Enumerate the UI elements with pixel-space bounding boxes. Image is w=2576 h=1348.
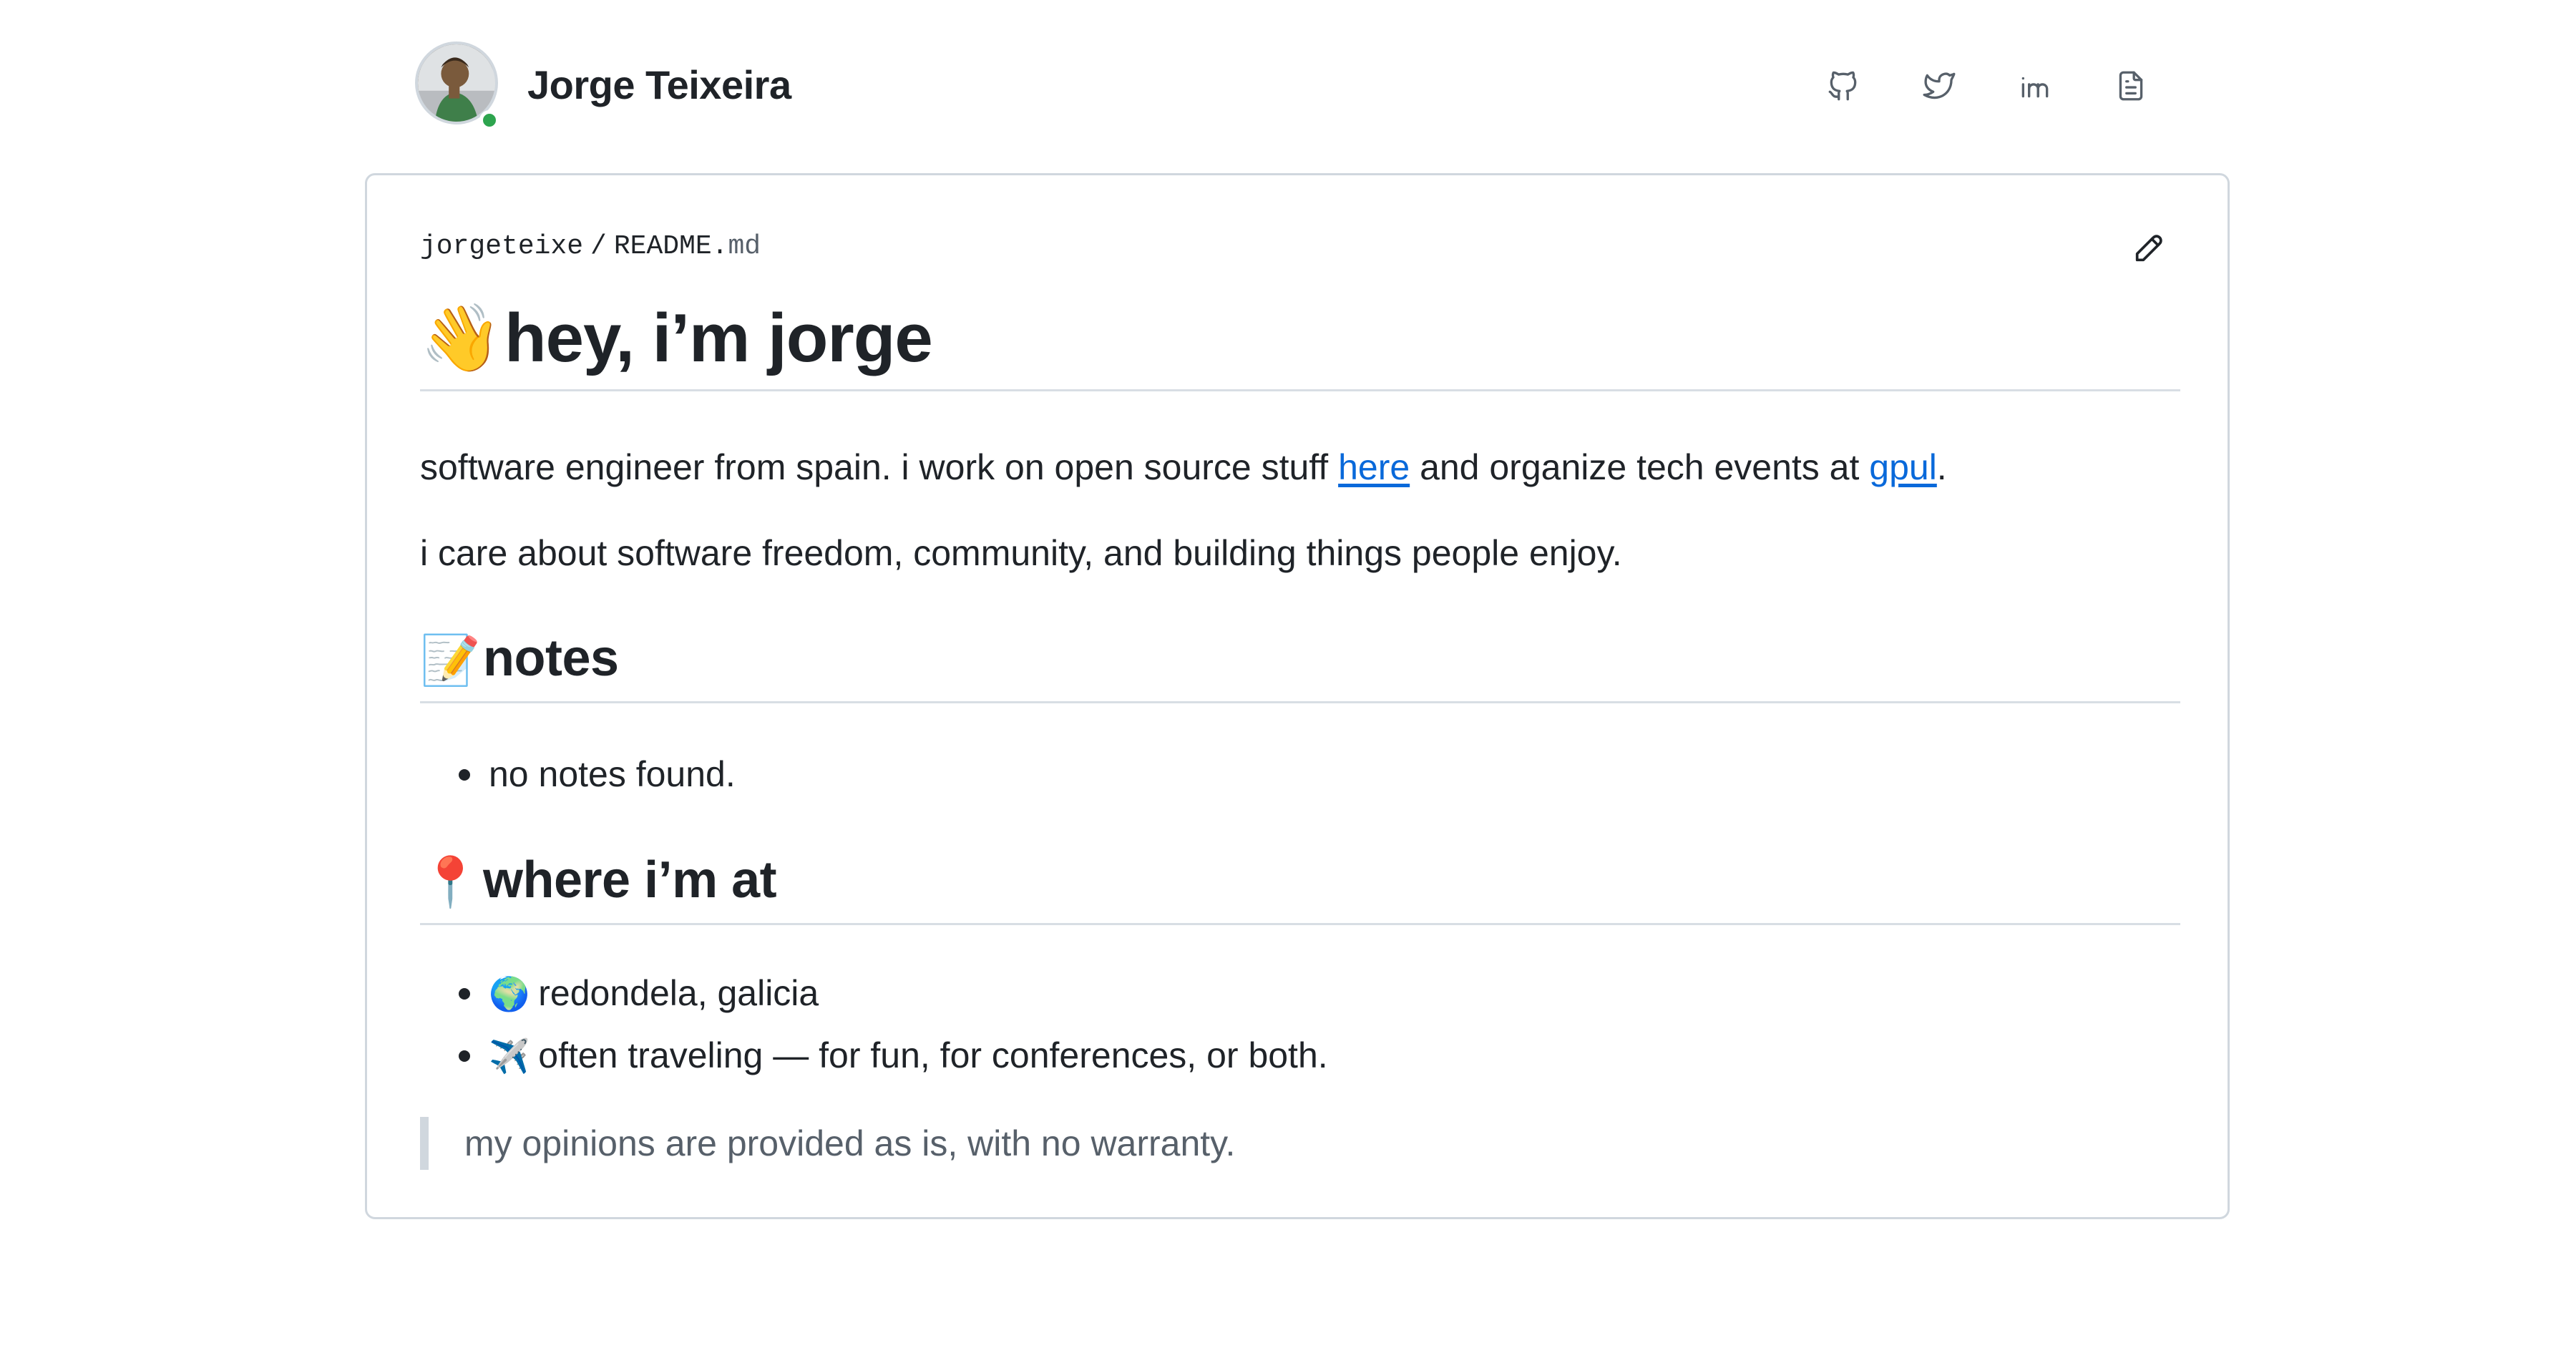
airplane-icon: ✈️ (489, 1037, 530, 1075)
note-text: no notes found. (489, 754, 736, 794)
disclaimer-blockquote: my opinions are provided as is, with no … (420, 1117, 1235, 1170)
intro-text-1: software engineer from spain. i work on … (420, 447, 1339, 487)
linkedin-link[interactable] (2012, 63, 2058, 109)
location-list: 🌍 redondela, galicia ✈️ often traveling — … (420, 962, 1328, 1087)
resume-link[interactable] (2108, 63, 2154, 109)
memo-icon: 📝 (420, 633, 481, 688)
github-link[interactable] (1820, 63, 1866, 109)
profile-name[interactable]: Jorge Teixeira (527, 62, 791, 108)
breadcrumb-owner[interactable]: jorgeteixe (420, 231, 583, 262)
pin-icon: 📍 (420, 855, 481, 909)
list-item: 🌍 redondela, galicia (420, 962, 1328, 1025)
edit-button[interactable] (2124, 223, 2175, 273)
notes-list: no notes found. (420, 743, 736, 805)
gpul-link[interactable]: gpul (1869, 447, 1937, 487)
intro-text-2: and organize tech events at (1410, 447, 1870, 487)
breadcrumb-file-ext[interactable]: md (728, 231, 761, 262)
intro-text-3: . (1936, 447, 1947, 487)
intro-paragraph: software engineer from spain. i work on … (420, 444, 1947, 490)
linkedin-icon (2021, 77, 2049, 98)
github-icon (1828, 71, 1857, 101)
readme-title-text: hey, i’m jorge (504, 300, 933, 376)
online-status-indicator (479, 110, 499, 130)
list-item: no notes found. (420, 743, 736, 805)
breadcrumb-file-base[interactable]: README. (614, 231, 728, 262)
twitter-icon (1923, 72, 1956, 99)
breadcrumb-separator: / (590, 231, 607, 262)
bullet-icon (459, 988, 470, 1000)
location-heading-text: where i’m at (483, 851, 777, 909)
bullet-icon (459, 1050, 470, 1062)
readme-card: jorgeteixe / README.md 👋 hey, i’m jorge so… (365, 173, 2230, 1219)
values-paragraph: i care about software freedom, community… (420, 533, 1622, 573)
pencil-icon (2135, 235, 2162, 262)
document-icon (2119, 71, 2143, 101)
list-item: ✈️ often traveling — for fun, for confere… (420, 1025, 1328, 1087)
notes-heading-text: notes (483, 630, 619, 687)
globe-icon: 🌍 (489, 975, 530, 1012)
profile-header: Jorge Teixeira (415, 41, 2182, 135)
breadcrumb: jorgeteixe / README.md (420, 231, 761, 262)
notes-heading: 📝 notes (420, 626, 2180, 703)
location-text: redondela, galicia (538, 973, 819, 1013)
readme-title: 👋 hey, i’m jorge (420, 298, 2180, 391)
location-heading: 📍 where i’m at (420, 848, 2180, 925)
open-source-link[interactable]: here (1338, 447, 1410, 487)
twitter-link[interactable] (1916, 63, 1962, 109)
avatar-photo-icon (418, 44, 495, 122)
travel-text: often traveling — for fun, for conferenc… (538, 1035, 1328, 1075)
bullet-icon (459, 769, 470, 781)
waving-hand-icon: 👋 (420, 302, 502, 375)
